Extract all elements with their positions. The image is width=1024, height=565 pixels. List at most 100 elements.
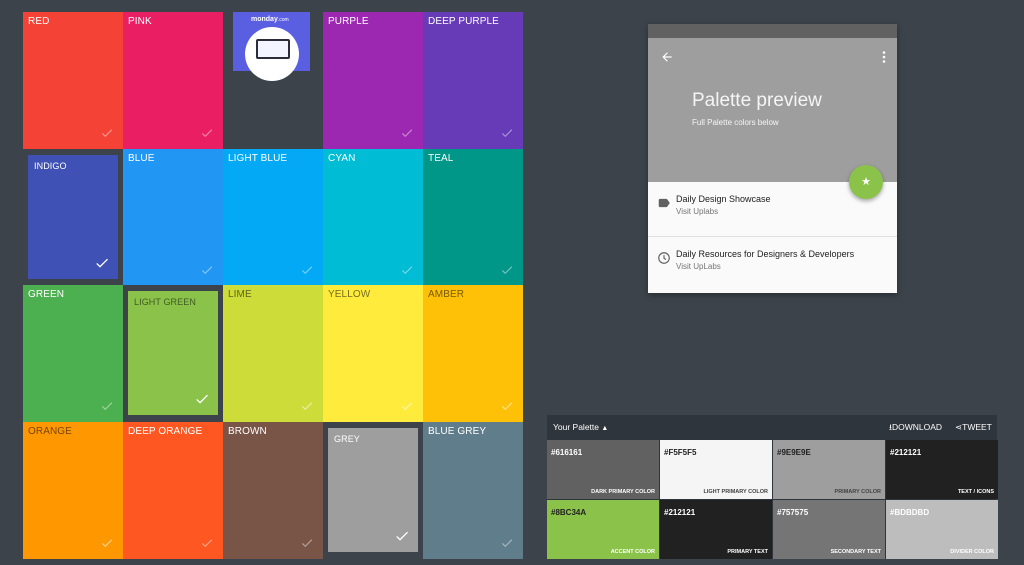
palette-swatch-accent-color[interactable]: #8BC34A ACCENT COLOR	[547, 500, 659, 559]
selected-swatch: GREY	[328, 428, 418, 552]
swatch-hex: #616161	[551, 448, 583, 457]
tweet-button[interactable]: ⋖TWEET	[955, 422, 992, 433]
palette-swatch-secondary-text[interactable]: #757575 SECONDARY TEXT	[773, 500, 885, 559]
color-name-label: LIME	[228, 289, 252, 300]
chevron-up-icon: ▲	[601, 425, 609, 432]
check-icon	[94, 255, 110, 271]
check-icon	[100, 536, 114, 550]
clock-icon	[657, 251, 671, 265]
preview-subtitle: Full Palette colors below	[692, 118, 779, 127]
swatch-role: SECONDARY TEXT	[830, 549, 881, 555]
swatch-hex: #BDBDBD	[890, 508, 930, 517]
monday-logo: monday.com	[251, 16, 289, 23]
color-tile-orange[interactable]: ORANGE	[23, 422, 123, 559]
color-tile-deep-orange[interactable]: DEEP ORANGE	[123, 422, 223, 559]
back-arrow-icon[interactable]	[660, 50, 674, 64]
swatch-role: TEXT / ICONS	[957, 489, 994, 495]
swatch-role: ACCENT COLOR	[610, 549, 655, 555]
swatch-hex: #9E9E9E	[777, 448, 811, 457]
color-tile-yellow[interactable]: YELLOW	[323, 285, 423, 422]
ad-image	[245, 27, 299, 81]
check-icon	[100, 126, 114, 140]
check-icon	[400, 399, 414, 413]
color-tile-green[interactable]: GREEN	[23, 285, 123, 422]
list-item-title: Daily Resources for Designers & Develope…	[676, 249, 855, 259]
list-item-resources[interactable]: Daily Resources for Designers & Develope…	[648, 237, 897, 290]
color-name-label: GREEN	[28, 289, 65, 300]
color-tile-pink[interactable]: PINK	[123, 12, 223, 149]
color-tile-blue[interactable]: BLUE	[123, 149, 223, 286]
color-tile-amber[interactable]: AMBER	[423, 285, 523, 422]
color-name-label: CYAN	[328, 153, 356, 164]
color-tile-cyan[interactable]: CYAN	[323, 149, 423, 286]
color-name-label: LIGHT GREEN	[134, 297, 196, 307]
your-palette-panel: Your Palette ▲ ⭳DOWNLOAD ⋖TWEET #616161 D…	[547, 415, 998, 559]
check-icon	[300, 536, 314, 550]
check-icon	[400, 126, 414, 140]
swatch-role: DIVIDER COLOR	[950, 549, 994, 555]
color-tile-red[interactable]: RED	[23, 12, 123, 149]
palette-swatch-text-icons[interactable]: #212121 TEXT / ICONS	[886, 440, 998, 499]
color-tile-light-blue[interactable]: LIGHT BLUE	[223, 149, 323, 286]
color-name-label: DEEP ORANGE	[128, 426, 203, 437]
more-vert-icon[interactable]	[881, 50, 887, 64]
palette-swatch-primary-color[interactable]: #9E9E9E PRIMARY COLOR	[773, 440, 885, 499]
color-name-label: BLUE GREY	[428, 426, 487, 437]
swatch-role: DARK PRIMARY COLOR	[591, 489, 655, 495]
color-name-label: GREY	[334, 434, 360, 444]
palette-swatch-primary-text[interactable]: #212121 PRIMARY TEXT	[660, 500, 772, 559]
color-tile-blue-grey[interactable]: BLUE GREY	[423, 422, 523, 559]
selected-swatch: INDIGO	[28, 155, 118, 279]
label-icon	[657, 196, 671, 210]
color-tile-indigo[interactable]: INDIGO	[23, 149, 123, 286]
check-icon	[100, 399, 114, 413]
color-tile-purple[interactable]: PURPLE	[323, 12, 423, 149]
swatch-role: PRIMARY COLOR	[834, 489, 881, 495]
check-icon	[300, 399, 314, 413]
download-button[interactable]: ⭳DOWNLOAD	[889, 422, 942, 436]
color-tile-deep-purple[interactable]: DEEP PURPLE	[423, 12, 523, 149]
check-icon	[200, 536, 214, 550]
palette-toolbar: Your Palette ▲ ⭳DOWNLOAD ⋖TWEET	[547, 415, 997, 439]
list-item-subtitle: Visit Uplabs	[676, 207, 719, 216]
color-name-label: LIGHT BLUE	[228, 153, 288, 164]
check-icon	[194, 391, 210, 407]
check-icon	[500, 263, 514, 277]
color-tile-brown[interactable]: BROWN	[223, 422, 323, 559]
color-name-label: PINK	[128, 16, 152, 27]
app-bar: Palette preview Full Palette colors belo…	[648, 38, 897, 199]
swatch-hex: #F5F5F5	[664, 448, 697, 457]
color-tile-light-green[interactable]: LIGHT GREEN	[123, 285, 223, 422]
swatch-role: PRIMARY TEXT	[727, 549, 768, 555]
check-icon	[394, 528, 410, 544]
list-item-title: Daily Design Showcase	[676, 194, 771, 204]
color-name-label: ORANGE	[28, 426, 72, 437]
color-grid: monday.com RED PINK PURPLE DEEP PURPLE INDIG…	[23, 12, 523, 559]
color-name-label: TEAL	[428, 153, 454, 164]
selected-swatch: LIGHT GREEN	[128, 291, 218, 415]
color-name-label: YELLOW	[328, 289, 371, 300]
swatch-hex: #212121	[664, 508, 696, 517]
palette-swatch-dark-primary-color[interactable]: #616161 DARK PRIMARY COLOR	[547, 440, 659, 499]
monday-ad[interactable]: monday.com	[233, 12, 310, 81]
list-item-subtitle: Visit UpLabs	[676, 262, 721, 271]
palette-preview-card: Palette preview Full Palette colors belo…	[648, 24, 897, 293]
palette-swatch-divider-color[interactable]: #BDBDBD DIVIDER COLOR	[886, 500, 998, 559]
your-palette-toggle[interactable]: Your Palette ▲	[553, 422, 608, 432]
swatch-hex: #8BC34A	[551, 508, 587, 517]
check-icon	[200, 126, 214, 140]
swatch-role: LIGHT PRIMARY COLOR	[703, 489, 768, 495]
color-tile-lime[interactable]: LIME	[223, 285, 323, 422]
list-item-showcase[interactable]: Daily Design Showcase Visit Uplabs	[648, 182, 897, 235]
color-name-label: RED	[28, 16, 50, 27]
palette-swatch-light-primary-color[interactable]: #F5F5F5 LIGHT PRIMARY COLOR	[660, 440, 772, 499]
check-icon	[500, 126, 514, 140]
check-icon	[200, 263, 214, 277]
color-tile-grey[interactable]: GREY	[323, 422, 423, 559]
color-tile-teal[interactable]: TEAL	[423, 149, 523, 286]
color-name-label: INDIGO	[34, 161, 67, 171]
check-icon	[300, 263, 314, 277]
preview-title: Palette preview	[692, 90, 822, 111]
color-name-label: AMBER	[428, 289, 465, 300]
swatch-hex: #757575	[777, 508, 809, 517]
